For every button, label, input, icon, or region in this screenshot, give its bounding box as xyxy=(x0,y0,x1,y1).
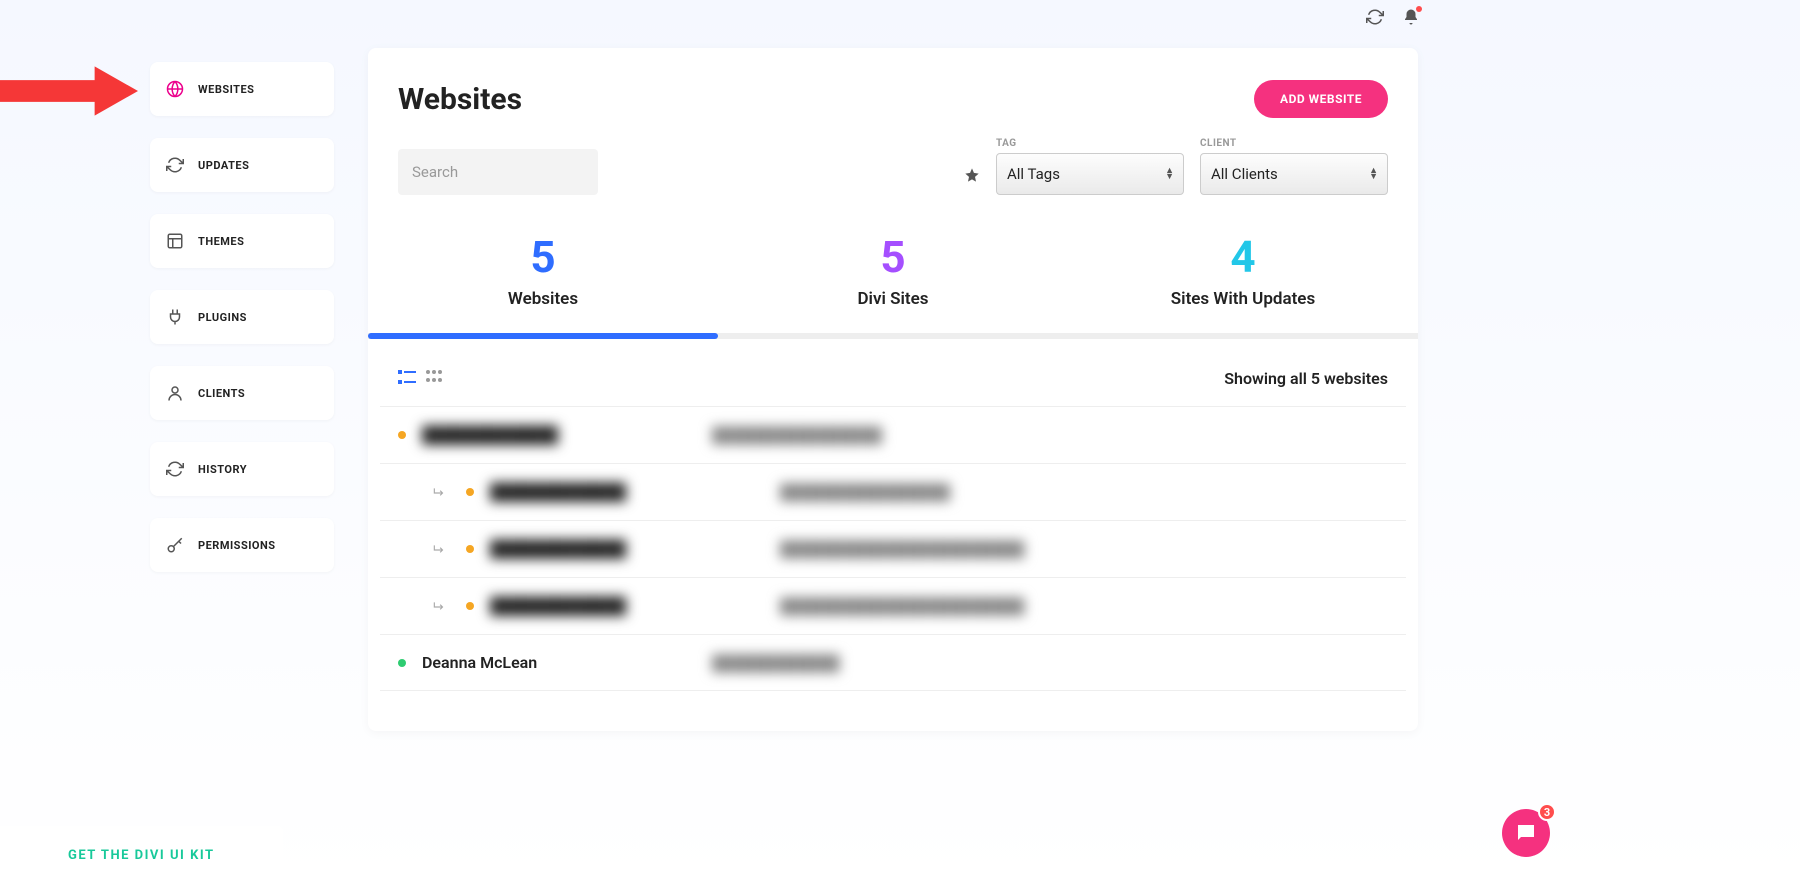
filter-row: TAG All Tags ▲▼ CLIENT All Clients ▲▼ xyxy=(368,138,1418,195)
status-dot xyxy=(466,545,474,553)
stat-value: 5 xyxy=(718,231,1068,283)
history-icon xyxy=(166,460,184,478)
site-url: ███████████████████████ xyxy=(780,540,1024,558)
tag-select[interactable]: All Tags xyxy=(996,153,1184,195)
plug-icon xyxy=(166,308,184,326)
filter-label: TAG xyxy=(996,138,1184,149)
site-name: ████████████ xyxy=(490,596,780,616)
sidebar-item-label: THEMES xyxy=(198,235,244,248)
status-dot xyxy=(466,602,474,610)
filter-label: CLIENT xyxy=(1200,138,1388,149)
sidebar-item-permissions[interactable]: PERMISSIONS xyxy=(150,518,334,572)
layout-icon xyxy=(166,232,184,250)
site-row[interactable]: Deanna McLean ████████████ xyxy=(380,634,1406,691)
stat-label: Sites With Updates xyxy=(1068,289,1418,309)
tab-sites-with-updates[interactable]: 4 Sites With Updates xyxy=(1068,223,1418,333)
sidebar-item-history[interactable]: HISTORY xyxy=(150,442,334,496)
sidebar-item-label: CLIENTS xyxy=(198,387,245,400)
stat-label: Websites xyxy=(368,289,718,309)
top-icons xyxy=(1366,8,1420,26)
sidebar-item-updates[interactable]: UPDATES xyxy=(150,138,334,192)
client-select[interactable]: All Clients xyxy=(1200,153,1388,195)
cta-get-divi-ui-kit[interactable]: GET THE DIVI UI KIT xyxy=(0,826,283,885)
sidebar-item-themes[interactable]: THEMES xyxy=(150,214,334,268)
refresh-icon[interactable] xyxy=(1366,8,1384,26)
site-name: ████████████ xyxy=(490,482,780,502)
star-icon[interactable] xyxy=(964,167,980,183)
view-toggles xyxy=(398,369,442,388)
stat-label: Divi Sites xyxy=(718,289,1068,309)
site-row[interactable]: ████████████ ███████████████████████ xyxy=(380,520,1406,577)
site-list: ████████████ ████████████████ ██████████… xyxy=(368,406,1418,691)
sidebar: WEBSITES UPDATES THEMES PLUGINS CLIENTS … xyxy=(150,62,334,572)
sidebar-item-label: WEBSITES xyxy=(198,83,254,96)
main-panel: Websites ADD WEBSITE TAG All Tags ▲▼ CLI… xyxy=(368,48,1418,731)
site-url: ███████████████████████ xyxy=(780,597,1024,615)
site-url: ████████████████ xyxy=(712,426,882,444)
chat-badge: 3 xyxy=(1538,803,1556,821)
sidebar-item-plugins[interactable]: PLUGINS xyxy=(150,290,334,344)
annotation-arrow xyxy=(0,66,138,116)
site-url: ████████████ xyxy=(712,654,840,672)
site-name: Deanna McLean xyxy=(422,653,712,672)
tag-filter: TAG All Tags ▲▼ xyxy=(996,138,1184,195)
client-filter: CLIENT All Clients ▲▼ xyxy=(1200,138,1388,195)
add-website-button[interactable]: ADD WEBSITE xyxy=(1254,80,1388,118)
site-row[interactable]: ████████████ ████████████████ xyxy=(380,406,1406,463)
status-dot xyxy=(398,431,406,439)
page-title: Websites xyxy=(398,82,522,117)
refresh-icon xyxy=(166,156,184,174)
list-toolbar: Showing all 5 websites xyxy=(368,369,1418,406)
tab-indicator xyxy=(368,333,718,339)
stat-value: 5 xyxy=(368,231,718,283)
site-name: ████████████ xyxy=(422,425,712,445)
grid-view-icon[interactable] xyxy=(426,369,442,388)
sidebar-item-label: UPDATES xyxy=(198,159,249,172)
site-row[interactable]: ████████████ ████████████████ xyxy=(380,463,1406,520)
tab-divi-sites[interactable]: 5 Divi Sites xyxy=(718,223,1068,333)
stat-value: 4 xyxy=(1068,231,1418,283)
list-view-icon[interactable] xyxy=(398,369,416,388)
site-url: ████████████████ xyxy=(780,483,950,501)
site-name: ████████████ xyxy=(490,539,780,559)
tab-websites[interactable]: 5 Websites xyxy=(368,223,718,333)
status-dot xyxy=(466,488,474,496)
stats-tabs: 5 Websites 5 Divi Sites 4 Sites With Upd… xyxy=(368,223,1418,333)
indent-arrow-icon xyxy=(432,542,446,556)
sidebar-item-websites[interactable]: WEBSITES xyxy=(150,62,334,116)
sidebar-item-clients[interactable]: CLIENTS xyxy=(150,366,334,420)
showing-count: Showing all 5 websites xyxy=(1224,369,1388,388)
search-input[interactable] xyxy=(398,149,598,195)
main-header: Websites ADD WEBSITE xyxy=(368,80,1418,118)
status-dot xyxy=(398,659,406,667)
sidebar-item-label: PLUGINS xyxy=(198,311,247,324)
sidebar-item-label: PERMISSIONS xyxy=(198,539,276,552)
sidebar-item-label: HISTORY xyxy=(198,463,247,476)
globe-icon xyxy=(166,80,184,98)
notification-dot xyxy=(1416,6,1422,12)
bell-icon[interactable] xyxy=(1402,8,1420,26)
indent-arrow-icon xyxy=(432,485,446,499)
tab-indicator-track xyxy=(368,333,1418,339)
site-row[interactable]: ████████████ ███████████████████████ xyxy=(380,577,1406,634)
user-icon xyxy=(166,384,184,402)
key-icon xyxy=(166,536,184,554)
indent-arrow-icon xyxy=(432,599,446,613)
chat-widget[interactable]: 3 xyxy=(1502,809,1550,857)
